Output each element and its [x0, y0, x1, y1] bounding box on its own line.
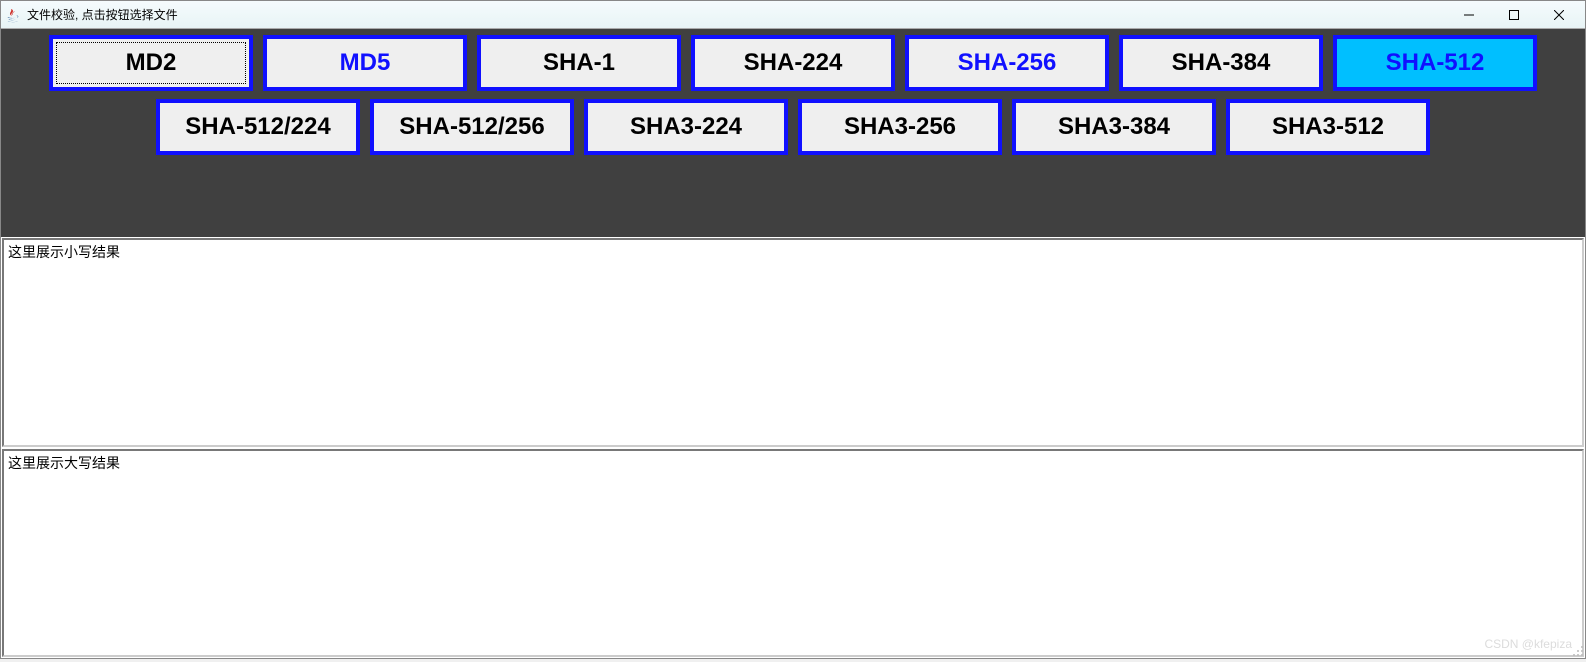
titlebar: 文件校验, 点击按钮选择文件: [1, 1, 1585, 29]
hash-btn-sha1[interactable]: SHA-1: [477, 35, 681, 91]
content-area: MD2MD5SHA-1SHA-224SHA-256SHA-384SHA-512 …: [1, 29, 1585, 658]
hash-btn-sha3256[interactable]: SHA3-256: [798, 99, 1002, 155]
hash-btn-md5[interactable]: MD5: [263, 35, 467, 91]
app-window: 文件校验, 点击按钮选择文件 MD2MD5SHA-1SHA-224SHA-256…: [0, 0, 1586, 659]
hash-btn-sha512256[interactable]: SHA-512/256: [370, 99, 574, 155]
uppercase-result-area[interactable]: 这里展示大写结果: [2, 449, 1584, 658]
hash-btn-sha3224[interactable]: SHA3-224: [584, 99, 788, 155]
hash-btn-sha512224[interactable]: SHA-512/224: [156, 99, 360, 155]
hash-btn-sha384[interactable]: SHA-384: [1119, 35, 1323, 91]
lowercase-result-text: 这里展示小写结果: [4, 240, 1584, 264]
button-row-1: MD2MD5SHA-1SHA-224SHA-256SHA-384SHA-512: [41, 35, 1545, 91]
uppercase-result-text: 这里展示大写结果: [4, 451, 1584, 475]
window-title: 文件校验, 点击按钮选择文件: [27, 6, 1446, 23]
lowercase-result-area[interactable]: 这里展示小写结果: [2, 238, 1584, 447]
maximize-button[interactable]: [1491, 2, 1536, 28]
resize-grip-icon[interactable]: [1570, 643, 1584, 657]
hash-btn-sha3384[interactable]: SHA3-384: [1012, 99, 1216, 155]
hash-btn-sha3512[interactable]: SHA3-512: [1226, 99, 1430, 155]
hash-btn-sha224[interactable]: SHA-224: [691, 35, 895, 91]
minimize-button[interactable]: [1446, 2, 1491, 28]
window-controls: [1446, 2, 1581, 28]
close-button[interactable]: [1536, 2, 1581, 28]
watermark: CSDN @kfepiza: [1484, 637, 1572, 651]
button-row-2: SHA-512/224SHA-512/256SHA3-224SHA3-256SH…: [41, 99, 1545, 155]
hash-btn-sha256[interactable]: SHA-256: [905, 35, 1109, 91]
java-icon: [5, 7, 21, 23]
hash-button-panel: MD2MD5SHA-1SHA-224SHA-256SHA-384SHA-512 …: [1, 29, 1585, 237]
hash-btn-md2[interactable]: MD2: [49, 35, 253, 91]
hash-btn-sha512[interactable]: SHA-512: [1333, 35, 1537, 91]
